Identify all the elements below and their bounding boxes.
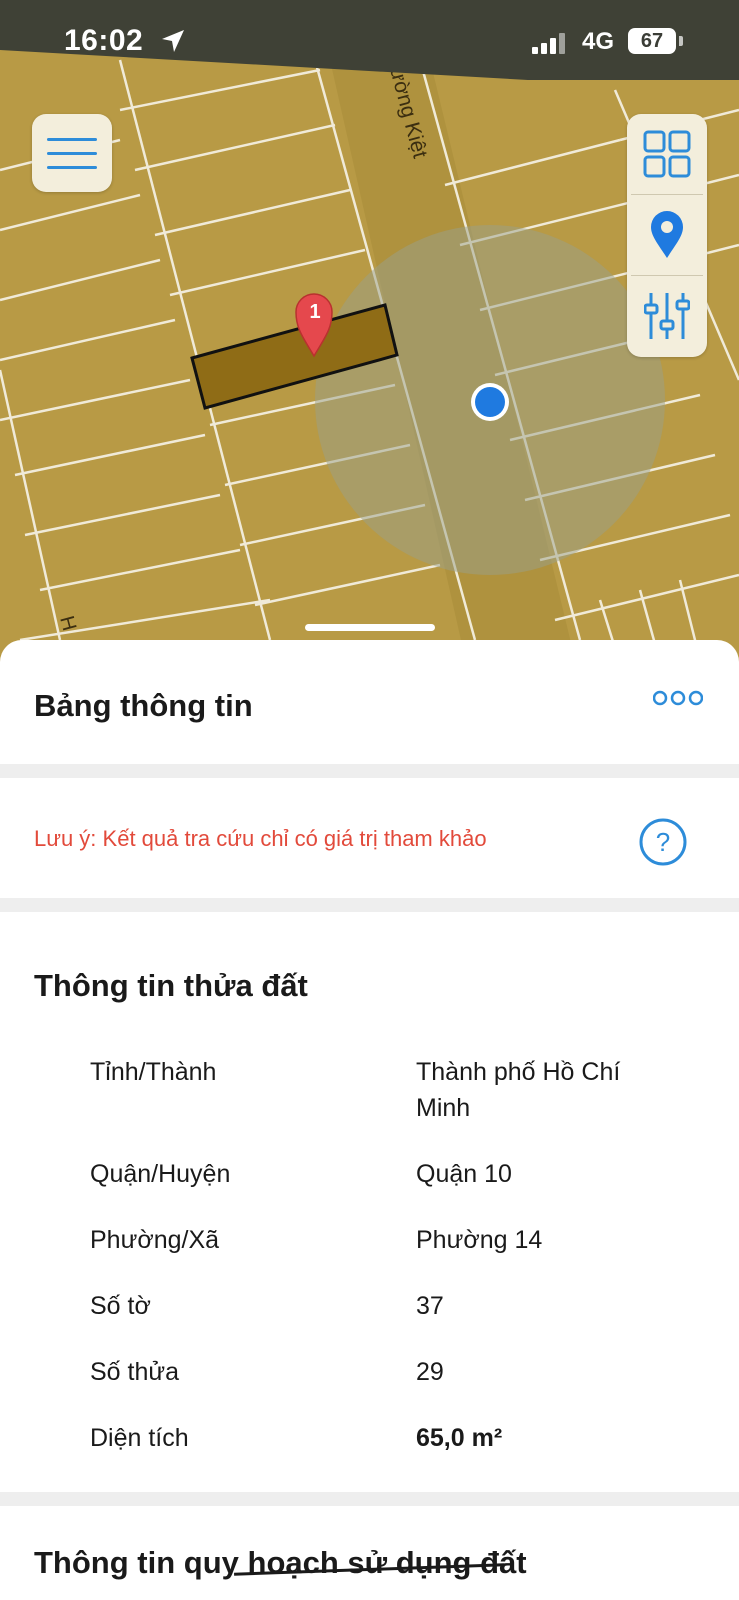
location-arrow-icon (162, 30, 184, 52)
row-value-province: Thành phố Hồ Chí Minh (416, 1058, 621, 1122)
row-label-province: Tỉnh/Thành (90, 1058, 217, 1086)
row-value-sheet-number: 37 (416, 1292, 444, 1320)
row-label-area: Diện tích (90, 1424, 189, 1452)
grid-icon (643, 130, 691, 178)
help-icon[interactable]: ? (638, 817, 688, 867)
marker-number: 1 (309, 301, 320, 323)
status-bar: 16:02 4G 67 (0, 0, 739, 72)
row-label-district: Quận/Huyện (90, 1160, 231, 1188)
section-divider (0, 898, 739, 912)
menu-icon-line-3 (47, 166, 97, 169)
row-label-parcel-number: Số thửa (90, 1358, 180, 1386)
row-value-area: 65,0 m² (416, 1424, 503, 1452)
battery-icon: 67 (628, 28, 676, 54)
sheet-grabber[interactable] (305, 624, 435, 631)
menu-button[interactable] (32, 114, 112, 192)
my-location-button[interactable] (627, 195, 707, 275)
sheet-title: Bảng thông tin (34, 688, 253, 723)
battery-tip (679, 36, 683, 46)
more-options-icon[interactable] (653, 690, 703, 706)
row-value-district: Quận 10 (416, 1160, 512, 1188)
section-divider (0, 1492, 739, 1506)
row-value-ward: Phường 14 (416, 1226, 543, 1254)
planning-section-title: Thông tin quy hoạch sử dụng đất (34, 1545, 527, 1580)
parcel-section-title: Thông tin thửa đất (34, 968, 308, 1003)
status-time: 16:02 (64, 24, 144, 57)
row-value-parcel-number: 29 (416, 1358, 444, 1386)
filter-button[interactable] (627, 276, 707, 356)
disclaimer-note: Lưu ý: Kết quả tra cứu chỉ có giá trị th… (34, 826, 487, 851)
location-dot (475, 387, 505, 417)
layers-button[interactable] (627, 114, 707, 194)
map-tools (627, 114, 707, 357)
info-sheet: Bảng thông tin Lưu ý: Kết quả tra cứu ch… (0, 640, 739, 1600)
sliders-icon (644, 293, 690, 339)
location-pin-icon (651, 211, 683, 258)
menu-icon-line-2 (47, 152, 97, 155)
cellular-signal-icon (532, 33, 565, 54)
row-label-sheet-number: Số tờ (90, 1292, 151, 1320)
section-divider (0, 764, 739, 778)
menu-icon-line-1 (47, 138, 97, 141)
svg-text:?: ? (656, 827, 670, 857)
row-label-ward: Phường/Xã (90, 1226, 220, 1254)
network-type: 4G (582, 28, 615, 55)
